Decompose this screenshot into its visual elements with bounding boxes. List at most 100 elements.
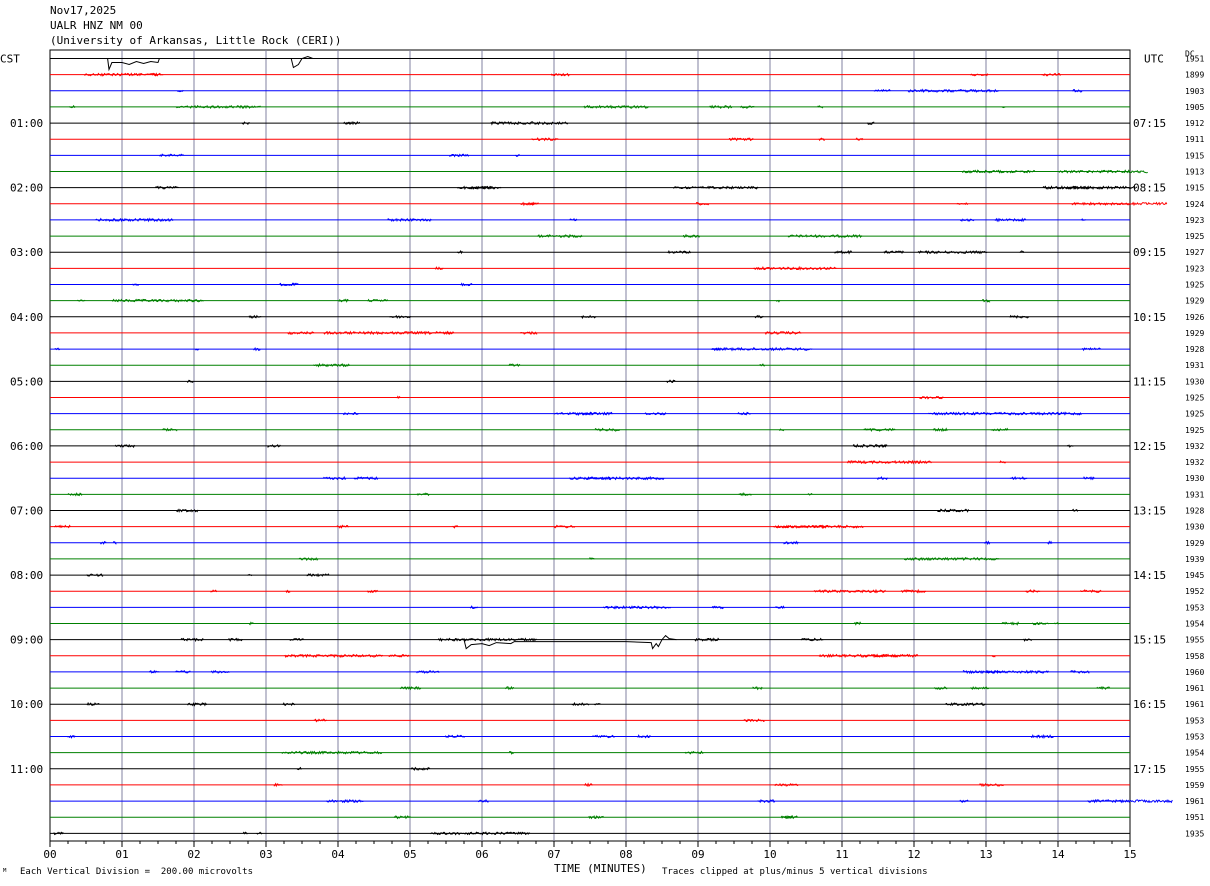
dc-value: 1932 [1185,458,1204,467]
dc-value: 1953 [1185,603,1204,612]
dc-value: 1954 [1185,749,1204,758]
utc-hour-label: 16:15 [1133,698,1166,711]
trace-noise [1058,169,1148,174]
dc-value: 1953 [1185,733,1204,742]
cst-hour-label: 11:00 [10,763,43,776]
dc-value: 1928 [1185,507,1204,516]
trace-noise [928,411,1029,416]
dc-value: 1951 [1185,813,1204,822]
trace-noise [399,685,422,691]
trace-noise [273,782,283,788]
trace-noise [571,701,590,707]
dc-value: 1925 [1185,232,1204,241]
trace-noise [456,249,463,255]
trace-noise [505,685,514,691]
dc-value: 1960 [1185,668,1204,677]
trace-noise [325,798,364,804]
utc-hour-label: 09:15 [1133,246,1166,259]
trace-noise [159,153,185,158]
trace-noise [180,637,204,643]
trace-noise [281,750,382,756]
trace-noise [289,637,304,642]
x-tick-label: 03 [259,848,272,861]
x-tick-label: 01 [115,848,128,861]
dc-value: 1961 [1185,700,1204,709]
clip-note: Traces clipped at plus/minus 5 vertical … [662,867,928,877]
trace-noise [53,524,71,529]
utc-hour-label: 08:15 [1133,182,1166,195]
utc-hour-label: 12:15 [1133,440,1166,453]
trace-noise [592,734,615,739]
dc-value: 1912 [1185,119,1204,128]
trace-noise [67,492,83,497]
trace-noise [753,265,837,271]
trace-noise [1009,314,1030,319]
dc-value: 1929 [1185,297,1204,306]
x-axis-title: TIME (MINUTES) [554,862,647,875]
trace-noise [684,750,704,755]
trace-noise [932,427,948,433]
dc-value: 1955 [1185,636,1204,645]
trace-noise [1070,669,1090,674]
trace-noise [907,88,999,93]
trace-noise [759,363,765,367]
trace-noise [1031,734,1054,739]
trace-noise [1083,476,1095,481]
trace-noise [1029,411,1082,416]
trace-noise [783,540,799,545]
trace-noise [752,686,763,691]
dc-value: 1930 [1185,474,1204,483]
dc-value: 1961 [1185,797,1204,806]
trace-noise [457,185,502,190]
dc-value: 1954 [1185,620,1204,629]
dc-value: 1945 [1185,571,1204,580]
dc-value: 1925 [1185,281,1204,290]
dc-value: 1955 [1185,765,1204,774]
dc-value: 1929 [1185,329,1204,338]
x-tick-label: 00 [43,848,56,861]
trace-noise [256,831,263,835]
dc-value: 1924 [1185,200,1204,209]
dc-value: 1913 [1185,168,1204,177]
dc-value: 1959 [1185,781,1204,790]
dc-value: 1903 [1185,87,1204,96]
dc-value: 1961 [1185,684,1204,693]
trace-noise [323,330,356,336]
dc-value: 1930 [1185,523,1204,532]
dc-value: 1929 [1185,539,1204,548]
dc-value: 1915 [1185,184,1204,193]
trace-noise [460,282,473,287]
dc-value: 1925 [1185,410,1204,419]
trace-noise [519,330,538,335]
x-tick-label: 13 [979,848,992,861]
trace-noise [737,411,751,416]
dc-value: 1927 [1185,248,1204,257]
dc-value: 1905 [1185,103,1204,112]
dc-value: 1953 [1185,716,1204,725]
trace-noise [817,105,824,109]
dc-value: 1932 [1185,442,1204,451]
trace-noise [554,524,576,529]
utc-hour-label: 17:15 [1133,763,1166,776]
trace-noise [682,233,700,238]
x-tick-label: 06 [475,848,488,861]
dc-value: 1925 [1185,426,1204,435]
trace-noise [313,718,328,723]
x-tick-label: 04 [331,848,345,861]
trace-noise [67,734,76,739]
cst-hour-label: 10:00 [10,698,43,711]
cst-hour-label: 03:00 [10,246,43,259]
dc-value: 1958 [1185,652,1204,661]
trace-noise [95,217,174,223]
dc-value: 1928 [1185,345,1204,354]
trace-noise [1081,347,1102,352]
trace-noise [834,250,853,255]
trace-noise [937,508,969,513]
trace-noise [983,540,991,546]
trace-noise [86,701,100,706]
x-tick-label: 14 [1051,848,1065,861]
dc-value: 1923 [1185,264,1204,273]
dc-value: 1931 [1185,361,1204,370]
trace-noise [581,314,597,320]
x-tick-label: 15 [1123,848,1136,861]
